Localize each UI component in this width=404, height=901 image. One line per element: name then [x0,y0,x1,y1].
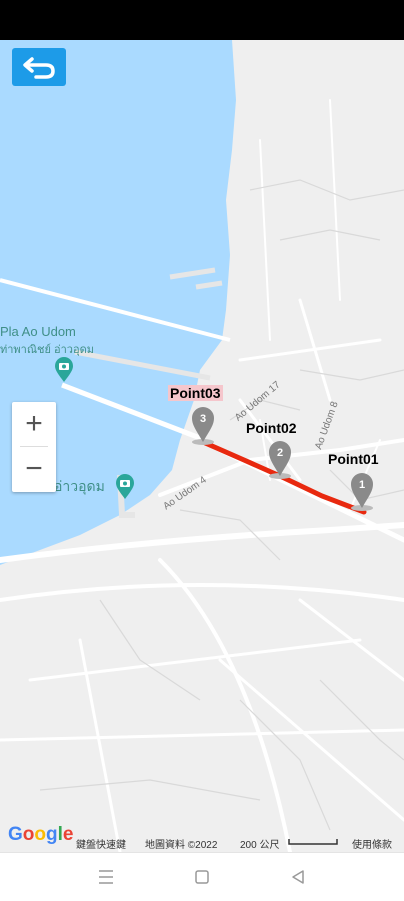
terms-link[interactable]: 使用條款 [352,836,392,851]
camera-pin-icon-2[interactable] [115,474,135,500]
map-canvas [0,40,404,852]
home-icon[interactable] [190,867,214,887]
zoom-out-button[interactable]: − [12,447,56,491]
camera-pin-icon[interactable] [54,357,74,383]
map-attribution: Google 鍵盤快速鍵 地圖資料 ©2022 200 公尺 使用條款 [0,824,404,851]
map-pin-icon-2[interactable]: 2 [267,440,293,480]
zoom-in-button[interactable]: + [12,402,56,446]
system-nav-bar [0,852,404,901]
pin-number-2: 2 [277,447,283,459]
poi-pla-ao-udom-thai: ท่าพาณิชย์ อ่าวอุดม [0,344,94,356]
map-pin-icon-1[interactable]: 1 [349,472,375,512]
back-icon[interactable] [286,867,310,887]
map-data-text: 地圖資料 ©2022 [145,840,218,851]
zoom-control: + − [12,402,56,492]
scale-text: 200 公尺 [240,840,280,851]
keyboard-shortcuts-link[interactable]: 鍵盤快速鍵 [76,836,126,851]
status-bar [0,0,404,40]
poi-pla-ao-udom-name: Pla Ao Udom [0,324,76,339]
map-pin-icon-3[interactable]: 3 [190,406,216,446]
map-view[interactable]: Pla Ao Udom ท่าพาณิชย์ อ่าวอุดม อ่าวอุดม… [0,40,404,852]
pin-number-3: 3 [200,413,206,425]
poi-ao-udom-thai: อ่าวอุดม [54,478,105,494]
back-arrow-icon [23,57,55,79]
scale-bar [288,839,338,845]
point03-label: Point03 [168,385,223,401]
back-button[interactable] [12,48,66,86]
pin-number-1: 1 [359,479,365,491]
point02-label: Point02 [246,420,297,436]
google-logo: Google [8,824,74,845]
point01-label: Point01 [328,451,379,467]
menu-icon[interactable] [94,867,118,887]
